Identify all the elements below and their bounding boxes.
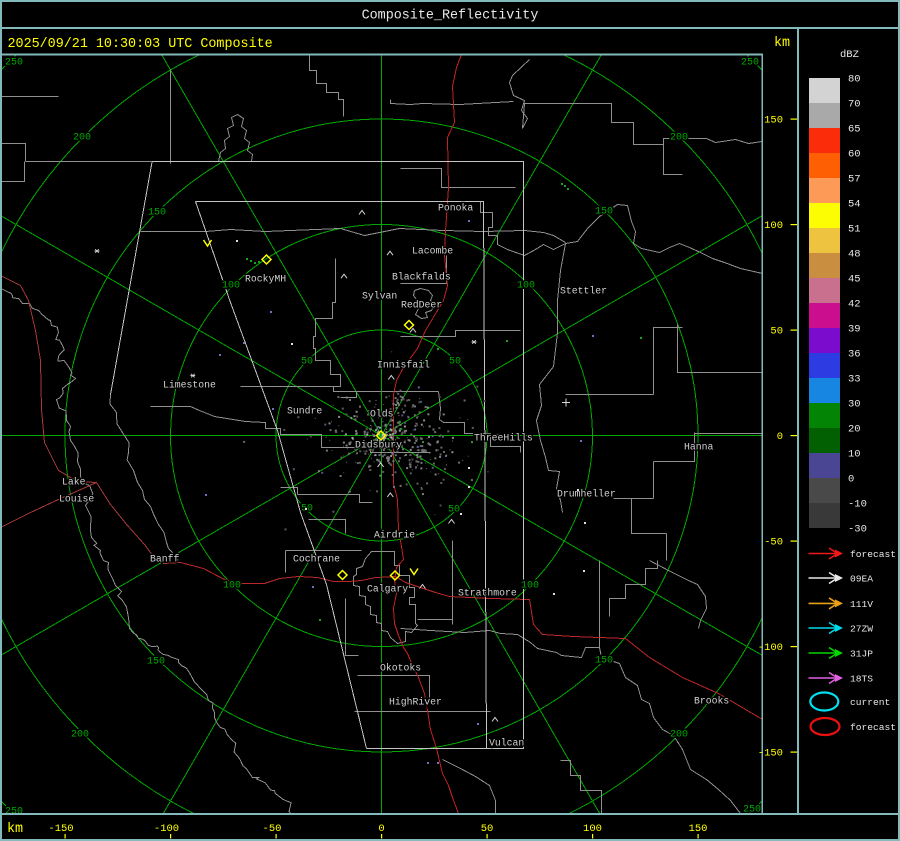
svg-text:current: current: [850, 697, 890, 708]
svg-text:50: 50: [449, 357, 461, 368]
svg-text:Calgary: Calgary: [367, 584, 408, 595]
svg-text:45: 45: [848, 274, 861, 286]
svg-text:Banff: Banff: [150, 554, 180, 565]
svg-text:80: 80: [848, 74, 861, 86]
svg-text:200: 200: [71, 730, 89, 741]
svg-text:Didsbury: Didsbury: [355, 440, 402, 451]
svg-text:33: 33: [848, 374, 861, 386]
svg-text:09EA: 09EA: [850, 574, 873, 585]
svg-text:50: 50: [448, 505, 460, 516]
svg-text:Airdrie: Airdrie: [374, 530, 415, 541]
svg-text:20: 20: [848, 424, 861, 436]
svg-text:50: 50: [481, 823, 494, 835]
svg-text:-10: -10: [848, 499, 867, 511]
svg-text:150: 150: [595, 656, 613, 667]
svg-text:27ZW: 27ZW: [850, 624, 873, 635]
svg-text:forecast: forecast: [850, 722, 896, 733]
svg-text:Louise: Louise: [59, 494, 94, 505]
svg-text:65: 65: [848, 124, 861, 136]
svg-text:36: 36: [848, 349, 861, 361]
svg-text:0: 0: [848, 474, 854, 486]
svg-text:100: 100: [521, 581, 539, 592]
svg-text:ThreeHills: ThreeHills: [474, 433, 533, 444]
svg-text:forecast: forecast: [850, 549, 896, 560]
svg-text:31JP: 31JP: [850, 649, 873, 660]
svg-text:Stettler: Stettler: [560, 286, 607, 297]
svg-text:30: 30: [848, 399, 861, 411]
svg-text:111V: 111V: [850, 599, 873, 610]
svg-text:200: 200: [73, 133, 91, 144]
svg-text:0: 0: [777, 431, 783, 443]
svg-text:250: 250: [5, 58, 23, 69]
svg-text:-150: -150: [48, 823, 73, 835]
svg-text:Cochrane: Cochrane: [293, 554, 340, 565]
svg-text:Limestone: Limestone: [163, 380, 216, 391]
svg-text:Lake: Lake: [62, 477, 86, 488]
svg-text:Olds: Olds: [370, 409, 394, 420]
svg-text:39: 39: [848, 324, 861, 336]
svg-text:Composite_Reflectivity: Composite_Reflectivity: [362, 9, 539, 24]
svg-text:Vulcan: Vulcan: [489, 738, 524, 749]
svg-text:2025/09/21 10:30:03 UTC Compos: 2025/09/21 10:30:03 UTC Composite: [8, 37, 273, 52]
svg-text:50: 50: [301, 357, 313, 368]
svg-text:RedDeer: RedDeer: [401, 300, 442, 311]
svg-text:42: 42: [848, 299, 861, 311]
svg-text:100: 100: [222, 281, 240, 292]
svg-text:150: 150: [148, 208, 166, 219]
svg-text:250: 250: [741, 58, 759, 69]
svg-text:dBZ: dBZ: [840, 49, 859, 61]
svg-text:km: km: [7, 822, 23, 837]
svg-text:km: km: [774, 36, 790, 51]
svg-text:-30: -30: [848, 524, 867, 536]
svg-text:Blackfalds: Blackfalds: [392, 272, 451, 283]
svg-text:-100: -100: [758, 642, 783, 654]
svg-text:Sundre: Sundre: [287, 406, 322, 417]
svg-text:-100: -100: [154, 823, 179, 835]
svg-text:60: 60: [848, 149, 861, 161]
svg-text:100: 100: [517, 281, 535, 292]
svg-text:54: 54: [848, 199, 861, 211]
svg-text:50: 50: [770, 326, 783, 338]
svg-text:150: 150: [764, 115, 783, 127]
svg-text:0: 0: [378, 823, 384, 835]
svg-text:10: 10: [848, 449, 861, 461]
svg-text:-150: -150: [758, 748, 783, 760]
svg-text:150: 150: [595, 207, 613, 218]
svg-text:70: 70: [848, 99, 861, 111]
svg-text:51: 51: [848, 224, 861, 236]
svg-text:Innisfail: Innisfail: [377, 360, 430, 371]
svg-text:Drumheller: Drumheller: [557, 489, 616, 500]
svg-text:48: 48: [848, 249, 861, 261]
svg-text:200: 200: [670, 730, 688, 741]
svg-text:Ponoka: Ponoka: [438, 203, 473, 214]
svg-text:Brooks: Brooks: [694, 696, 729, 707]
svg-text:150: 150: [689, 823, 708, 835]
svg-text:200: 200: [670, 133, 688, 144]
svg-text:100: 100: [583, 823, 602, 835]
svg-text:Sylvan: Sylvan: [362, 291, 397, 302]
svg-text:-50: -50: [764, 537, 783, 549]
svg-text:Okotoks: Okotoks: [380, 663, 421, 674]
svg-text:57: 57: [848, 174, 861, 186]
svg-text:Hanna: Hanna: [684, 442, 714, 453]
svg-text:HighRiver: HighRiver: [389, 697, 442, 708]
svg-text:100: 100: [764, 220, 783, 232]
svg-text:RockyMH: RockyMH: [245, 274, 286, 285]
svg-text:100: 100: [223, 581, 241, 592]
svg-text:-50: -50: [263, 823, 282, 835]
svg-text:18TS: 18TS: [850, 674, 873, 685]
svg-text:Strathmore: Strathmore: [458, 588, 517, 599]
svg-text:150: 150: [147, 657, 165, 668]
svg-text:Lacombe: Lacombe: [412, 246, 453, 257]
